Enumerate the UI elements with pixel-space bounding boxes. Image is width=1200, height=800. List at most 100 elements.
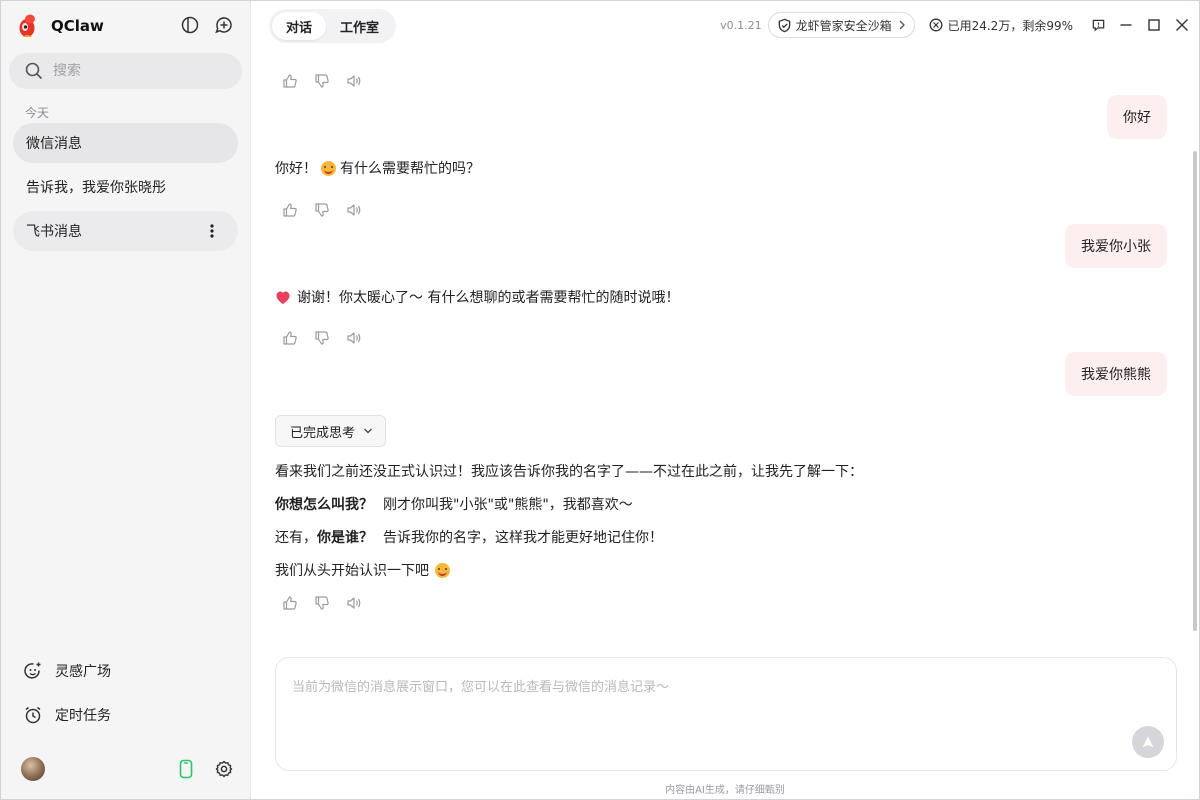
conversation-label: 告诉我，我爱你张晓彤 [26,180,166,196]
thumbs-up-icon [283,74,297,88]
conversation-feishu[interactable]: 飞书消息 [13,211,238,251]
security-sandbox-button[interactable]: 龙虾管家安全沙箱 [767,12,915,38]
assistant-text: 刚才你叫我"小张"或"熊熊"，我都喜欢～ [383,497,633,513]
feedback-icon [1092,19,1104,31]
search-box [9,53,242,89]
assistant-text: 还有， [275,530,317,546]
smile-emoji-icon [321,160,336,176]
message-input[interactable] [292,676,1132,736]
window-controls [1089,16,1191,34]
chat-transcript: 你好 你好！ 有什么需要帮忙的吗？ 我爱你小张 谢谢！你太暖心了～ 有什么想聊的… [251,57,1199,647]
assistant-text: 你好！ [275,161,317,177]
read-aloud-button[interactable] [345,594,363,612]
user-message: 你好 [1107,95,1167,139]
chevron-right-icon [899,20,905,30]
tab-studio[interactable]: 工作室 [326,12,393,40]
feedback-button[interactable] [1089,16,1107,34]
brand: QClaw [17,13,104,39]
toggle-sidebar-button[interactable] [180,15,200,35]
thinking-toggle[interactable]: 已完成思考 [275,415,387,447]
assistant-bold-text: 你想怎么叫我？ [275,497,373,513]
phone-connected-icon [179,759,193,779]
close-button[interactable] [1173,16,1191,34]
sidebar: QClaw 今天 微信消息 告诉我，我爱你张晓彤 飞书消息 [1,1,251,799]
new-chat-icon [215,17,232,34]
speaker-icon [347,597,361,609]
inspiration-plaza-link[interactable]: 灵感广场 [23,661,111,681]
dislike-button[interactable] [313,72,331,90]
thumbs-up-icon [283,331,297,345]
inspiration-label: 灵感广场 [55,664,111,680]
device-status-button[interactable] [176,759,196,779]
like-button[interactable] [281,594,299,612]
smile-emoji-icon [435,562,450,578]
thumbs-up-icon [283,596,297,610]
gear-icon [215,760,233,778]
message-composer [275,657,1177,771]
ai-disclaimer: 内容由AI生成，请仔细甄别 [665,785,785,796]
assistant-message: 还有， 你是谁？ 告诉我你的名字，这样我才能更好地记住你！ [275,527,663,547]
search-input[interactable] [53,63,223,79]
sidebar-top-actions [180,15,234,35]
smile-sparkle-icon [24,662,41,679]
speaker-icon [347,75,361,87]
send-arrow-icon [1142,736,1154,748]
thinking-label: 已完成思考 [290,425,356,441]
more-vertical-icon [210,224,214,238]
assistant-text: 告诉我你的名字，这样我才能更好地记住你！ [383,530,663,546]
thumbs-up-icon [283,203,297,217]
close-icon [1176,19,1188,31]
thumbs-down-icon [315,596,329,610]
read-aloud-button[interactable] [345,329,363,347]
thumbs-down-icon [315,203,329,217]
assistant-message: 你好！ 有什么需要帮忙的吗？ [275,158,480,178]
message-actions [281,201,363,219]
assistant-message: 你想怎么叫我？ 刚才你叫我"小张"或"熊熊"，我都喜欢～ [275,494,633,514]
dislike-button[interactable] [313,329,331,347]
assistant-message: 谢谢！你太暖心了～ 有什么想聊的或者需要帮忙的随时说哦！ [275,287,679,307]
conversation-label: 微信消息 [26,136,82,152]
scheduled-tasks-link[interactable]: 定时任务 [23,705,111,725]
heart-emoji-icon [276,291,290,304]
conversation-wechat[interactable]: 微信消息 [13,123,238,163]
assistant-bold-text: 你是谁？ [317,530,373,546]
usage-indicator[interactable]: 已用24.2万，剩余99% [929,17,1073,34]
user-message: 我爱你熊熊 [1065,352,1167,396]
dislike-button[interactable] [313,201,331,219]
qclaw-logo-icon [19,14,35,37]
topbar-right: v0.1.21 龙虾管家安全沙箱 已用24.2万，剩余99% [720,11,1191,39]
sidebar-footer-actions [176,759,234,779]
app-name: QClaw [51,17,104,35]
mode-tabs: 对话 工作室 [269,9,397,43]
conversation-more-button[interactable] [202,221,222,241]
read-aloud-button[interactable] [345,72,363,90]
alarm-clock-icon [25,706,41,724]
like-button[interactable] [281,201,299,219]
sidebar-panel-icon [181,16,199,34]
assistant-text: 看来我们之前还没正式认识过！我应该告诉你我的名字了——不过在此之前，让我先了解一… [275,464,863,480]
read-aloud-button[interactable] [345,201,363,219]
maximize-button[interactable] [1145,16,1163,34]
thumbs-down-icon [315,331,329,345]
message-actions [281,594,363,612]
chevron-down-icon [364,428,372,434]
user-avatar[interactable] [21,757,45,781]
message-actions [281,72,363,90]
version-label: v0.1.21 [720,18,762,32]
like-button[interactable] [281,329,299,347]
tab-chat[interactable]: 对话 [272,12,327,40]
dislike-button[interactable] [313,594,331,612]
shield-icon [778,18,790,32]
send-button[interactable] [1132,726,1164,758]
speaker-icon [347,204,361,216]
section-today: 今天 [25,106,50,120]
scheduled-label: 定时任务 [55,708,111,724]
conversation-label: 飞书消息 [26,224,82,240]
chat-scrollbar[interactable] [1193,151,1197,631]
conversation-item[interactable]: 告诉我，我爱你张晓彤 [13,167,238,207]
like-button[interactable] [281,72,299,90]
new-chat-button[interactable] [214,15,234,35]
minimize-button[interactable] [1117,16,1135,34]
settings-button[interactable] [214,759,234,779]
sandbox-label: 龙虾管家安全沙箱 [795,18,892,33]
